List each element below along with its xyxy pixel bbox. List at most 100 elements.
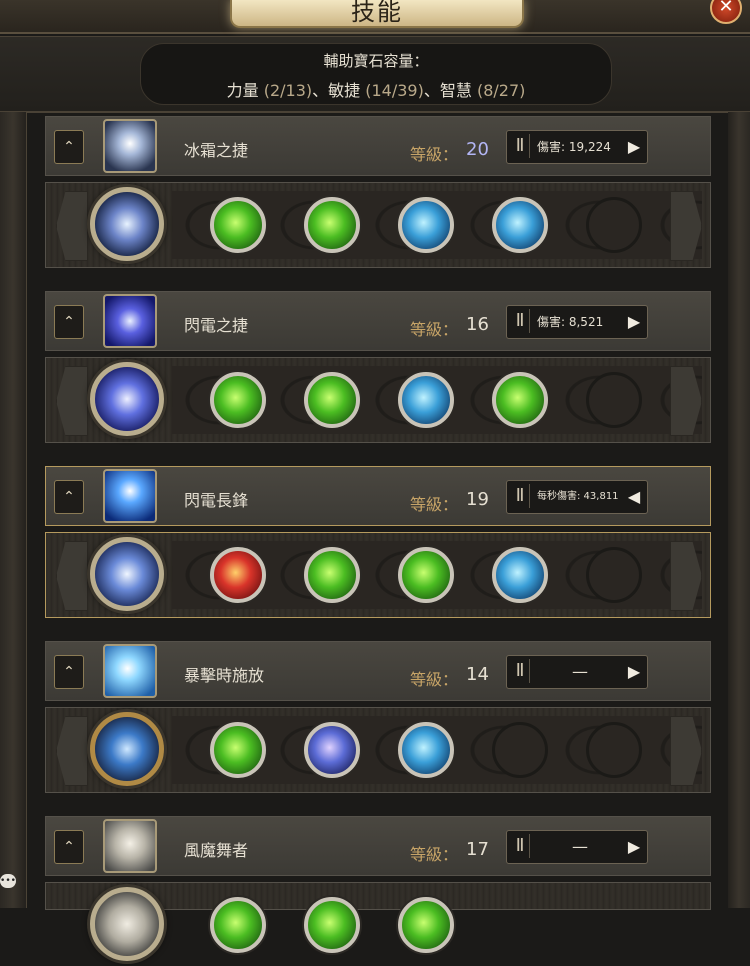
arrow-left-icon[interactable]: ◀ (625, 484, 643, 510)
capacity-panel: 輔助寶石容量： 力量 (2/13)、敏捷 (14/39)、智慧 (8/27) (140, 43, 612, 105)
support-gem[interactable] (210, 547, 266, 603)
support-capacity-banner: 輔助寶石容量： 力量 (2/13)、敏捷 (14/39)、智慧 (8/27) (0, 36, 750, 113)
skill-name: 冰霜之捷 (184, 141, 249, 160)
damage-value: — (572, 662, 588, 681)
support-gem[interactable] (398, 722, 454, 778)
collapse-button[interactable]: ⌃ (54, 830, 84, 864)
pause-icon[interactable]: Ⅱ (511, 309, 530, 333)
support-gem[interactable] (398, 197, 454, 253)
gem-socket-row (45, 357, 711, 443)
skill-card: ⌃ 冰霜之捷 等級： 20 Ⅱ 傷害: 19,224 ▶ (45, 116, 711, 268)
skill-card: ⌃ 暴擊時施放 等級： 14 Ⅱ — ▶ (45, 641, 711, 793)
gem-socket-row (45, 882, 711, 961)
support-gem[interactable] (398, 547, 454, 603)
level-value: 16 (466, 314, 489, 335)
str-value: (2/13) (263, 81, 313, 100)
skill-header: ⌃ 閃電之捷 等級： 16 Ⅱ 傷害: 8,521 ▶ (45, 291, 711, 351)
skill-name: 暴擊時施放 (184, 666, 265, 685)
support-gem[interactable] (210, 372, 266, 428)
empty-socket[interactable] (586, 547, 642, 603)
scrollbar[interactable] (728, 112, 750, 908)
lightning-spear-gem[interactable] (90, 537, 164, 611)
skill-header: ⌃ 暴擊時施放 等級： 14 Ⅱ — ▶ (45, 641, 711, 701)
window-title: 技能 (351, 0, 403, 26)
skill-header: ⌃ 閃電長鋒 等級： 19 Ⅱ 每秒傷害: 43,811 ◀ (45, 466, 711, 526)
skill-name: 閃電之捷 (184, 316, 249, 335)
arrow-right-icon[interactable]: ▶ (625, 134, 643, 160)
skill-card: ⌃ 風魔舞者 等級： 17 Ⅱ — ▶ (45, 816, 711, 966)
dex-label: 敏捷 (328, 81, 361, 100)
cast-on-crit-gem[interactable] (90, 712, 164, 786)
empty-socket[interactable] (586, 372, 642, 428)
support-gem[interactable] (304, 897, 360, 953)
empty-socket[interactable] (586, 197, 642, 253)
empty-socket[interactable] (492, 722, 548, 778)
arrow-right-icon[interactable]: ▶ (625, 309, 643, 335)
socket-end-cap (56, 541, 88, 611)
gem-socket-row (45, 182, 711, 268)
skill-name: 風魔舞者 (184, 841, 249, 860)
gem-socket-row (45, 707, 711, 793)
frost-blink-icon[interactable] (103, 119, 157, 173)
collapse-button[interactable]: ⌃ (54, 655, 84, 689)
int-label: 智慧 (439, 81, 472, 100)
collapse-button[interactable]: ⌃ (54, 305, 84, 339)
chat-bubble-icon[interactable]: ••• (0, 874, 16, 888)
capacity-title: 輔助寶石容量： (323, 52, 429, 70)
support-gem[interactable] (304, 722, 360, 778)
arrow-right-icon[interactable]: ▶ (625, 659, 643, 685)
capacity-stats: 力量 (2/13)、敏捷 (14/39)、智慧 (8/27) (141, 77, 611, 101)
frost-blink-gem[interactable] (90, 187, 164, 261)
level-label: 等級： (410, 670, 459, 689)
arrow-right-icon[interactable]: ▶ (625, 834, 643, 860)
damage-value: 每秒傷害: 43,811 (537, 491, 619, 502)
cast-on-crit-icon[interactable] (103, 644, 157, 698)
separator: 、 (312, 81, 329, 100)
damage-value: 傷害: 8,521 (537, 315, 604, 329)
damage-display: Ⅱ 傷害: 19,224 ▶ (506, 130, 648, 164)
str-label: 力量 (226, 81, 259, 100)
level-value: 19 (466, 489, 489, 510)
support-gem[interactable] (304, 372, 360, 428)
level-label: 等級： (410, 495, 459, 514)
collapse-button[interactable]: ⌃ (54, 130, 84, 164)
gem-socket-row (45, 532, 711, 618)
support-gem[interactable] (492, 372, 548, 428)
separator: 、 (423, 81, 440, 100)
wind-dancer-gem[interactable] (90, 887, 164, 961)
left-frame-rail (0, 112, 27, 908)
pause-icon[interactable]: Ⅱ (511, 484, 530, 508)
level-label: 等級： (410, 845, 459, 864)
level-value: 17 (466, 839, 489, 860)
socket-end-cap (56, 366, 88, 436)
support-gem[interactable] (304, 197, 360, 253)
level-label: 等級： (410, 145, 459, 164)
damage-display: Ⅱ 每秒傷害: 43,811 ◀ (506, 480, 648, 514)
support-gem[interactable] (398, 897, 454, 953)
level-value: 20 (466, 139, 489, 160)
support-gem[interactable] (210, 722, 266, 778)
wind-dancer-icon[interactable] (103, 819, 157, 873)
support-gem[interactable] (210, 197, 266, 253)
pause-icon[interactable]: Ⅱ (511, 134, 530, 158)
damage-value: 傷害: 19,224 (537, 140, 611, 154)
pause-icon[interactable]: Ⅱ (511, 659, 530, 683)
collapse-button[interactable]: ⌃ (54, 480, 84, 514)
lightning-blink-icon[interactable] (103, 294, 157, 348)
skill-header: ⌃ 風魔舞者 等級： 17 Ⅱ — ▶ (45, 816, 711, 876)
support-gem[interactable] (304, 547, 360, 603)
window-title-plate: 技能 (230, 0, 524, 28)
level-label: 等級： (410, 320, 459, 339)
socket-end-cap (56, 191, 88, 261)
damage-display: Ⅱ 傷害: 8,521 ▶ (506, 305, 648, 339)
support-gem[interactable] (210, 897, 266, 953)
support-gem[interactable] (492, 547, 548, 603)
int-value: (8/27) (476, 81, 526, 100)
support-gem[interactable] (492, 197, 548, 253)
support-gem[interactable] (398, 372, 454, 428)
lightning-blink-gem[interactable] (90, 362, 164, 436)
pause-icon[interactable]: Ⅱ (511, 834, 530, 858)
lightning-spear-icon[interactable] (103, 469, 157, 523)
empty-socket[interactable] (586, 722, 642, 778)
dex-value: (14/39) (365, 81, 424, 100)
